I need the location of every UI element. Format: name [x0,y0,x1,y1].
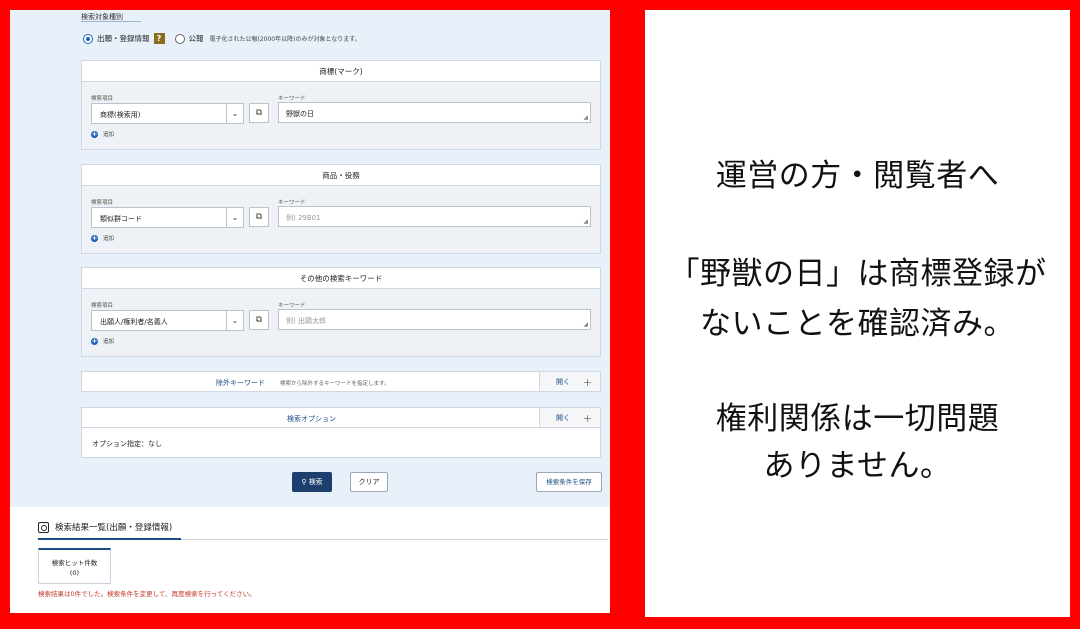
goods-field-select[interactable]: 類似群コード ⌄ [91,207,244,228]
trademark-section: 商標(マーク) 検索項目 キーワード 商標(検索用) ⌄ ⧉ 野獣の日 ◢ + … [81,60,601,150]
select-value: 商標(検索用) [100,111,141,119]
search-target-radios: 出願・登録情報 ? 公報 電子化された公報(2000年以降)のみが対象となります… [83,33,361,44]
options-body: オプション指定：なし [81,428,601,458]
field-label: 検索項目 [91,96,114,102]
add-label: 追加 [103,236,115,242]
add-label: 追加 [103,339,115,345]
keyword-label: キーワード [278,96,306,102]
plus-icon: ＋ [583,379,593,389]
keyword-placeholder: 例) 29B01 [286,214,321,222]
goods-section-title: 商品・役務 [82,165,600,186]
chevron-down-icon: ⌄ [226,208,243,227]
clear-button[interactable]: クリア [350,472,388,492]
results-divider-accent [38,538,181,540]
message-line-3: ないことを確認済み。 [700,306,1015,342]
trademark-field-select[interactable]: 商標(検索用) ⌄ [91,103,244,124]
radio-registered[interactable] [83,33,93,44]
search-icon: ⚲ [301,478,307,486]
plus-circle-icon: + [91,233,98,242]
exclude-keyword-note: 検索から除外するキーワードを指定します。 [280,381,390,387]
plus-icon: ＋ [583,415,593,425]
results-title: 検索結果一覧(出願・登録情報) [55,523,173,533]
other-section-title: その他の検索キーワード [82,268,600,289]
message-line-1: 運営の方・閲覧者へ [715,158,1000,194]
keyword-label: キーワード [278,303,306,309]
resize-handle-icon[interactable]: ◢ [583,321,588,328]
keyword-value: 野獣の日 [286,110,314,118]
select-value: 類似群コード [100,215,142,223]
field-label: 検索項目 [91,200,114,206]
open-label: 開く [556,414,570,422]
goods-services-section: 商品・役務 検索項目 キーワード 類似群コード ⌄ ⧉ 例) 29B01 ◢ +… [81,164,601,254]
gazette-note: 電子化された公報(2000年以降)のみが対象となります。 [209,36,361,43]
exclude-keyword-bar: 除外キーワード 検索から除外するキーワードを指定します。 開く ＋ [81,371,601,392]
tab-hit-count-value: (0) [69,569,80,577]
add-field-button[interactable]: + 追加 [91,234,114,242]
open-label: 開く [556,378,570,386]
copy-icon[interactable]: ⧉ [249,207,269,227]
resize-handle-icon[interactable]: ◢ [583,218,588,225]
other-keyword-input[interactable]: 例) 出願太郎 ◢ [278,309,591,330]
search-button-label: 検索 [308,478,323,486]
trademark-keyword-input[interactable]: 野獣の日 ◢ [278,102,591,123]
copy-icon[interactable]: ⧉ [249,103,269,123]
message-panel: 運営の方・閲覧者へ 「野獣の日」は商標登録が ないことを確認済み。 権利関係は一… [645,10,1070,617]
other-keywords-section: その他の検索キーワード 検索項目 キーワード 出願人/権利者/名義人 ⌄ ⧉ 例… [81,267,601,357]
exclude-keyword-title: 除外キーワード [216,379,265,387]
search-panel: 検索対象種別 出願・登録情報 ? 公報 電子化された公報(2000年以降)のみが… [10,10,610,613]
keyword-placeholder: 例) 出願太郎 [286,317,326,325]
no-results-message: 検索結果は0件でした。検索条件を変更して、再度検索を行ってください。 [38,590,256,598]
message-line-5: ありません。 [763,448,952,484]
radio-gazette[interactable] [174,33,185,44]
save-conditions-button[interactable]: 検索条件を保存 [536,472,602,492]
message-line-2: 「野獣の日」は商標登録が [668,256,1047,292]
search-options-title: 検索オプション [287,415,336,423]
plus-circle-icon: + [91,129,98,138]
tab-hit-count[interactable]: 検索ヒット件数 (0) [38,548,111,584]
copy-icon[interactable]: ⧉ [249,310,269,330]
exclude-open-button[interactable]: 開く ＋ [539,372,600,391]
search-button[interactable]: ⚲ 検索 [292,472,332,492]
select-value: 出願人/権利者/名義人 [100,318,168,326]
keyword-label: キーワード [278,200,306,206]
trademark-section-title: 商標(マーク) [82,61,600,82]
radio-gazette-label: 公報 [188,34,204,43]
options-status: オプション指定：なし [92,440,162,448]
add-field-button[interactable]: + 追加 [91,130,114,138]
goods-keyword-input[interactable]: 例) 29B01 ◢ [278,206,591,227]
tab-hit-label: 検索ヒット件数 [51,559,98,567]
chevron-down-icon: ⌄ [226,311,243,330]
field-label: 検索項目 [91,303,114,309]
resize-handle-icon[interactable]: ◢ [583,114,588,121]
add-field-button[interactable]: + 追加 [91,337,114,345]
chevron-down-icon: ⌄ [226,104,243,123]
add-label: 追加 [103,132,115,138]
plus-circle-icon: + [91,336,98,345]
other-field-select[interactable]: 出願人/権利者/名義人 ⌄ [91,310,244,331]
message-line-4: 権利関係は一切問題 [715,401,1000,437]
section-underline [81,21,141,22]
search-options-bar: 検索オプション 開く ＋ [81,407,601,428]
search-list-icon [38,521,49,533]
options-open-button[interactable]: 開く ＋ [539,408,600,427]
search-form-area: 検索対象種別 出願・登録情報 ? 公報 電子化された公報(2000年以降)のみが… [10,10,610,507]
help-icon[interactable]: ? [153,33,165,44]
radio-registered-label: 出願・登録情報 [97,34,150,43]
results-heading: 検索結果一覧(出願・登録情報) [38,521,172,533]
